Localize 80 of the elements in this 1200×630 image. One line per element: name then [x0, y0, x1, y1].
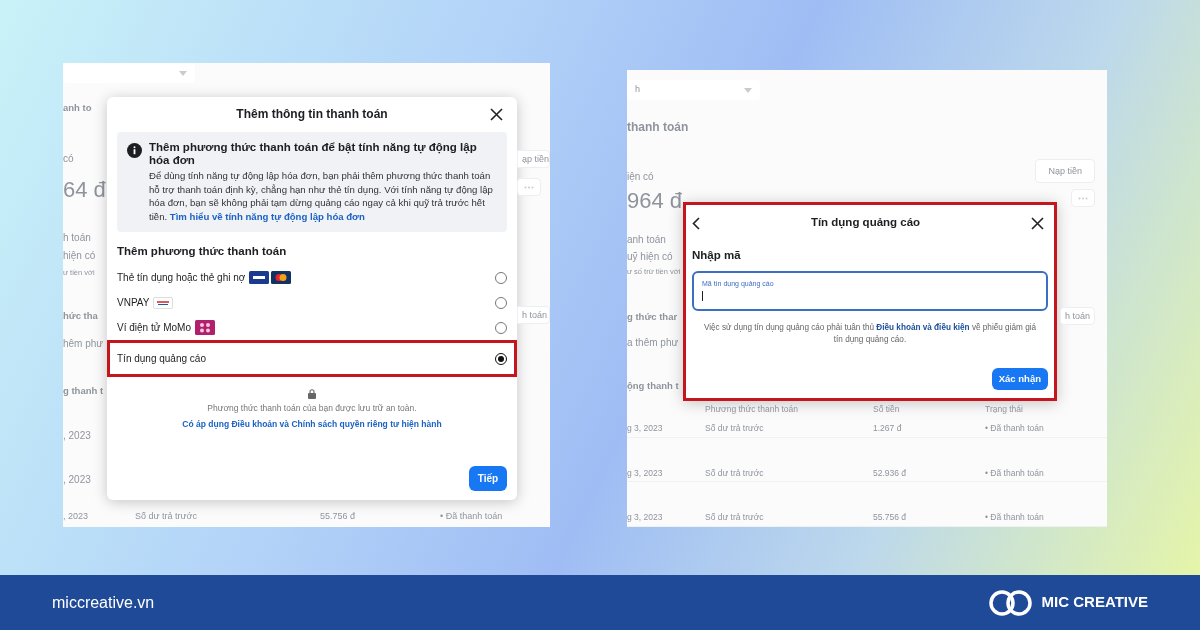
faded-table-cell-text: Số dư trả trước [705, 511, 765, 524]
faded-label: h [635, 83, 640, 97]
payment-option[interactable]: Ví điện tử MoMo [117, 315, 507, 341]
faded-table-cell-text: • Đã thanh toán [985, 466, 1045, 480]
faded-heading: anh to [63, 101, 93, 115]
card-brand-icon [271, 271, 292, 285]
faded-column-header: Số tiền [873, 404, 900, 414]
brand-name: MIC CREATIVE [1041, 592, 1148, 613]
faded-column-header: Phương thức thanh toán [705, 404, 799, 414]
faded-table-cell-text: Số dư trả trước [135, 510, 198, 523]
faded-label: uỹ hiện có [627, 250, 674, 263]
faded-table-cell-text: g 3, 2023 [627, 421, 664, 435]
option-label: Tín dụng quảng cáo [117, 352, 206, 367]
faded-table-cell-text: • Đã thanh toán [440, 510, 504, 523]
terms-note: Việc sử dụng tín dụng quảng cáo phải tuân thủ Điều khoản và điều kiện về phiếu giảm giá tín dụng quảng cáo. [702, 322, 1038, 347]
faded-label: , 2023 [63, 473, 92, 486]
secure-note: Phương thức thanh toán của bạn được lưu trữ an toàn. [207, 402, 417, 415]
faded-table-cell-text: 1.267 đ [873, 421, 903, 435]
option-label: Thẻ tín dụng hoặc thẻ ghi nợ [117, 271, 246, 286]
payment-option[interactable]: Tín dụng quảng cáo [107, 340, 517, 378]
faded-heading: g thức thar [627, 310, 679, 324]
faded-heading: hức tha [63, 309, 99, 323]
faded-label: anh toán [627, 233, 667, 246]
terms-link[interactable]: Điều khoản và điều kiện [876, 323, 970, 333]
faded-label: , 2023 [63, 429, 92, 442]
back-icon[interactable] [692, 216, 700, 230]
dialog-title: Tín dụng quảng cáo [810, 215, 921, 231]
faded-table-cell-text: 55.756 đ [873, 511, 908, 524]
card-brand-icon [249, 271, 270, 285]
faded-label: h toán [63, 231, 92, 244]
faded-button[interactable]: ạp tiền [517, 150, 550, 168]
lock-icon [308, 389, 316, 400]
faded-table-cell-text: , 2023 [63, 510, 90, 523]
faded-table-cell-text: • Đã thanh toán [985, 511, 1045, 524]
faded-table-cell-text: g 3, 2023 [627, 511, 664, 524]
faded-label: a thêm phư [627, 336, 680, 349]
faded-button[interactable]: h toán [517, 306, 550, 324]
faded-label: có [63, 152, 75, 165]
wallet-logo-icon [153, 296, 174, 309]
faded-button[interactable]: h toán [1059, 307, 1095, 325]
dialog-title: Thêm thông tin thanh toán [236, 106, 388, 123]
close-icon[interactable] [490, 108, 503, 121]
notice-title: Thêm phương thức thanh toán để bật tính năng tự động lập hóa đơn [149, 141, 478, 167]
payment-option[interactable]: Thẻ tín dụng hoặc thẻ ghi nợ [117, 265, 507, 291]
confirm-button[interactable]: Xác nhận [991, 368, 1048, 390]
caret-icon [179, 70, 187, 76]
website-url: miccreative.vn [52, 592, 155, 613]
terms-link[interactable]: Có áp dụng Điều khoản và Chính sách quyền riêng tư hiện hành [182, 418, 442, 431]
notice-text: Để dùng tính năng tự động lập hóa đơn, bạn phải thêm phương thức thanh toán hỗ trợ thanh toán định kỳ, chẳng hạn như thẻ tín dụng. Với tính năng tự động lập hóa đơn, bạn sẽ không phải tạm dừng quảng cáo ngay cả khi quỹ trả trước hết tiền. Tìm hiểu về tính năng tự động lập hóa đơn [149, 169, 494, 223]
faded-amount: 964 đ [627, 187, 683, 215]
close-icon[interactable] [1031, 216, 1044, 230]
info-icon [127, 143, 142, 158]
learn-more-link[interactable]: Tìm hiểu về tính năng tự động lập hóa đơn [169, 210, 365, 222]
option-label: VNPAY [117, 296, 150, 311]
faded-table-cell-text: 52.936 đ [873, 466, 908, 480]
wallet-logo-icon [194, 320, 215, 336]
faded-label: hiện có [63, 249, 97, 262]
faded-amount: 64 đ [63, 176, 107, 204]
section-title: Nhập mã [692, 248, 742, 264]
faded-heading: ộng thanh t [627, 379, 680, 393]
more-icon [524, 185, 534, 189]
faded-table-cell-text: 55.756 đ [320, 510, 357, 523]
more-icon [1078, 196, 1088, 200]
faded-table-cell-text: • Đã thanh toán [985, 421, 1045, 435]
logo-icon [987, 588, 1034, 617]
faded-heading: thanh toán [627, 119, 690, 135]
option-label: Ví điện tử MoMo [117, 321, 191, 336]
faded-table-cell-text: g 3, 2023 [627, 466, 664, 480]
faded-table-cell-text: Số dư trả trước [705, 421, 765, 435]
next-button[interactable]: Tiếp [469, 466, 507, 491]
payment-option[interactable]: VNPAY [117, 290, 507, 316]
faded-heading: g thanh t [63, 384, 105, 398]
faded-table-cell-text: Số dư trả trước [705, 466, 765, 480]
faded-label: iện có [627, 170, 654, 184]
section-title: Thêm phương thức thanh toán [117, 244, 288, 259]
faded-button[interactable]: Nạp tiền [1035, 159, 1095, 183]
faded-dropdown[interactable]: h [627, 80, 760, 100]
caret-icon [744, 87, 752, 93]
faded-column-header: Trạng thái [985, 404, 1023, 414]
faded-label: hêm phư [63, 337, 105, 350]
